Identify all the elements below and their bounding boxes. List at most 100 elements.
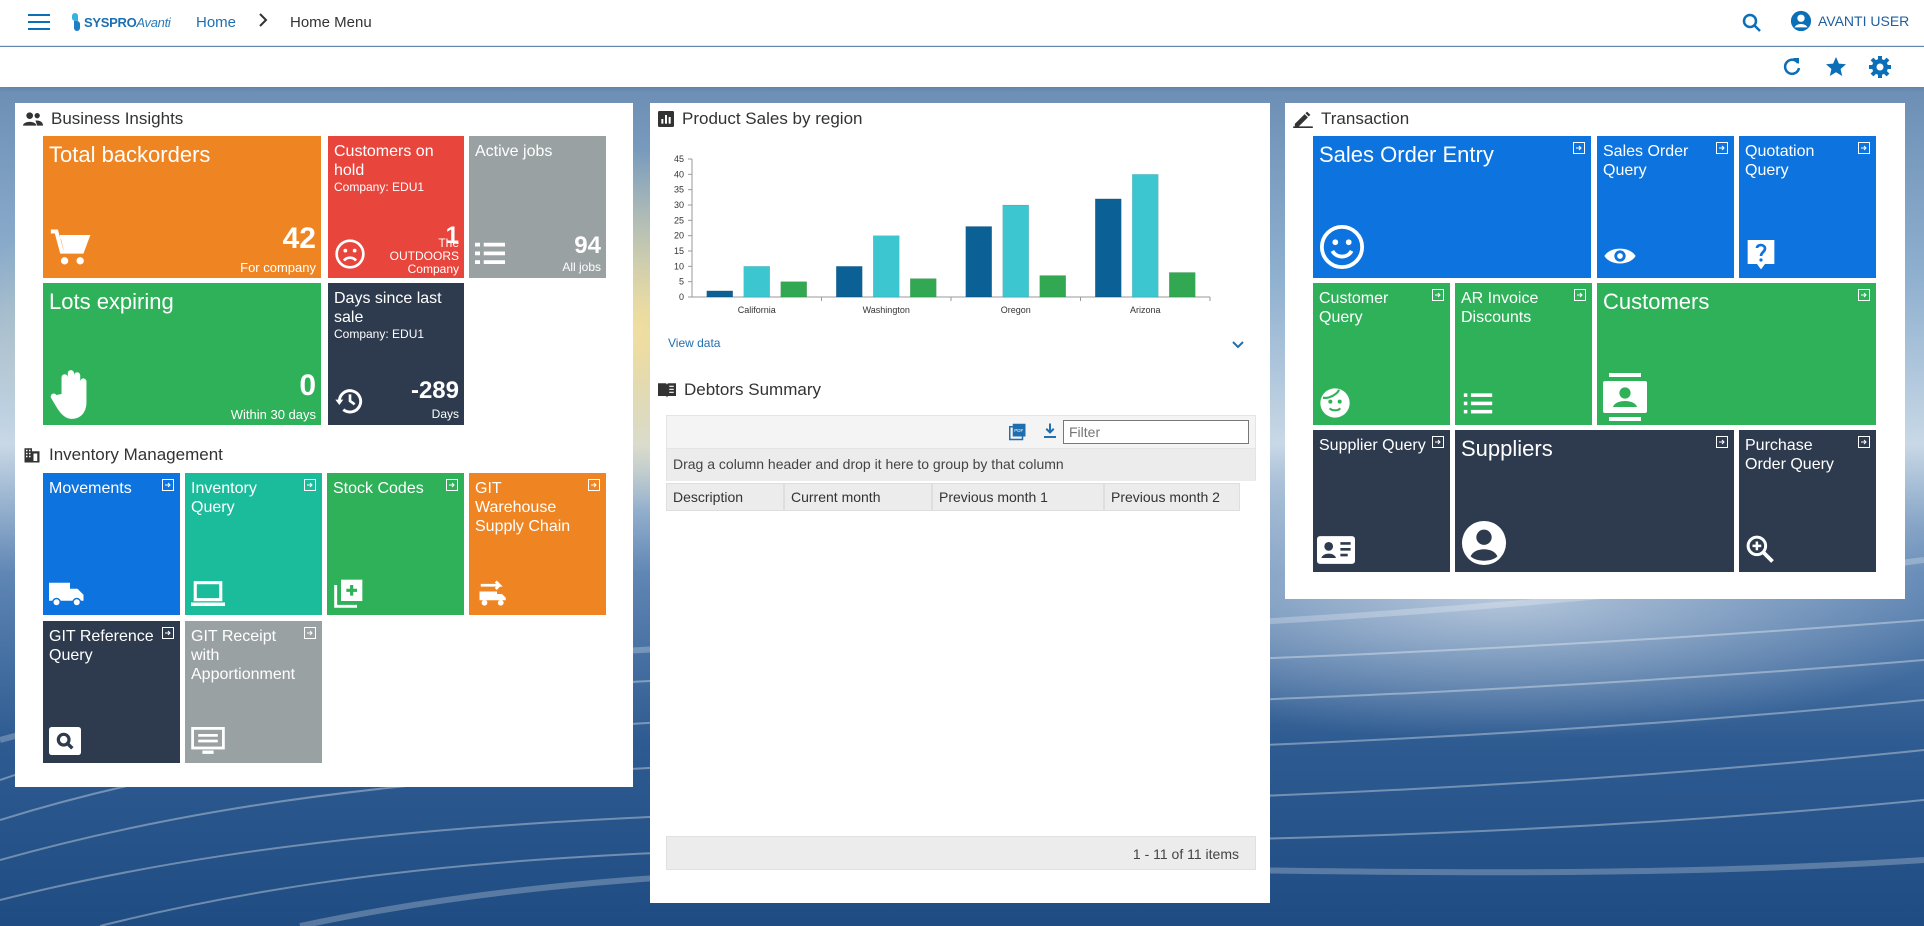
tile-title: Supplier Query xyxy=(1319,437,1426,454)
eye-icon xyxy=(1603,244,1637,273)
tile-sales-order-query[interactable]: Sales Order Query xyxy=(1597,136,1734,278)
people-icon xyxy=(23,112,43,126)
product-sales-chart: 0 5 10 15 20 25 30 35 40 45 California Washington Or… xyxy=(674,154,1211,315)
user-menu-button[interactable]: AVANTI USER xyxy=(1790,10,1909,32)
tile-customers-on-hold[interactable]: Customers on hold Company: EDU1 1 The OU… xyxy=(328,136,464,278)
tile-supplier-query[interactable]: Supplier Query xyxy=(1313,430,1450,572)
launch-icon[interactable] xyxy=(1432,288,1444,301)
syspro-logo[interactable]: SYSPROAvanti xyxy=(70,7,171,37)
transaction-header: Transaction xyxy=(1293,109,1409,129)
user-name: AVANTI USER xyxy=(1818,13,1910,29)
refresh-icon[interactable] xyxy=(1780,55,1804,79)
launch-icon[interactable] xyxy=(588,478,600,491)
tile-customers[interactable]: Customers xyxy=(1597,283,1876,425)
contact-mail-icon xyxy=(1317,536,1355,569)
group-by-bar[interactable]: Drag a column header and drop it here to… xyxy=(666,449,1256,481)
hamburger-menu-icon[interactable] xyxy=(28,14,50,32)
tile-total-backorders[interactable]: Total backorders 42 For company xyxy=(43,136,321,278)
pdf-export-icon[interactable]: PDF xyxy=(1009,423,1027,446)
launch-icon[interactable] xyxy=(1573,141,1585,154)
launch-icon[interactable] xyxy=(304,478,316,491)
tile-title: Purchase Order Query xyxy=(1745,437,1834,473)
launch-icon[interactable] xyxy=(304,626,316,639)
breadcrumb-current: Home Menu xyxy=(290,14,372,31)
y-tick-label: 0 xyxy=(679,292,684,302)
tile-title: Customer Query xyxy=(1319,290,1389,326)
tile-value: 42 xyxy=(282,222,316,255)
launch-icon[interactable] xyxy=(1432,435,1444,448)
inventory-management-header: Inventory Management xyxy=(23,445,223,465)
launch-icon[interactable] xyxy=(1716,141,1728,154)
debtors-summary-header: Debtors Summary xyxy=(658,380,821,400)
view-data-link[interactable]: View data xyxy=(668,336,720,350)
contact-card-icon xyxy=(1603,373,1647,425)
tile-customer-query[interactable]: Customer Query xyxy=(1313,283,1450,425)
tile-git-warehouse-supply-chain[interactable]: GIT Warehouse Supply Chain xyxy=(469,473,606,615)
tile-value: 0 xyxy=(299,369,316,402)
chevron-down-icon[interactable] xyxy=(1231,337,1245,355)
hand-icon xyxy=(49,367,99,425)
star-icon[interactable] xyxy=(1824,55,1848,79)
column-header-previous-month-2[interactable]: Previous month 2 xyxy=(1104,483,1240,511)
tile-purchase-order-query[interactable]: Purchase Order Query xyxy=(1739,430,1876,572)
tile-title: GIT Reference Query xyxy=(49,628,154,664)
launch-icon[interactable] xyxy=(1574,288,1586,301)
tile-suppliers[interactable]: Suppliers xyxy=(1455,430,1734,572)
smiley-icon xyxy=(1319,224,1365,275)
bar xyxy=(910,278,937,298)
tile-sales-order-entry[interactable]: Sales Order Entry xyxy=(1313,136,1591,278)
transfer-icon xyxy=(477,579,507,614)
tile-caption: Days xyxy=(431,407,459,421)
filter-input[interactable] xyxy=(1063,420,1249,444)
tile-value: -289 xyxy=(410,377,459,404)
y-tick-label: 45 xyxy=(674,154,684,164)
gear-icon[interactable] xyxy=(1868,55,1892,79)
product-sales-header: Product Sales by region xyxy=(658,109,863,129)
tile-subtitle: Company: EDU1 xyxy=(334,180,425,194)
tile-git-reference-query[interactable]: GIT Reference Query xyxy=(43,621,180,763)
launch-icon[interactable] xyxy=(1858,141,1870,154)
launch-icon[interactable] xyxy=(1716,435,1728,448)
tile-title: GIT Receipt with Apportionment xyxy=(191,628,296,683)
building-icon xyxy=(24,448,40,463)
bar xyxy=(873,235,900,298)
tile-movements[interactable]: Movements xyxy=(43,473,180,615)
tile-value: 94 xyxy=(574,232,601,259)
tile-quotation-query[interactable]: Quotation Query xyxy=(1739,136,1876,278)
column-header-description[interactable]: Description xyxy=(666,483,784,511)
launch-icon[interactable] xyxy=(162,626,174,639)
debtors-summary-title: Debtors Summary xyxy=(684,380,821,399)
launch-icon[interactable] xyxy=(162,478,174,491)
tile-git-receipt-with-apportionment[interactable]: GIT Receipt with Apportionment xyxy=(185,621,322,763)
y-tick-label: 5 xyxy=(679,277,684,287)
x-tick-label: Washington xyxy=(863,305,910,315)
breadcrumb-home[interactable]: Home xyxy=(196,14,236,31)
tile-title: Customers on hold xyxy=(334,143,434,179)
grid-pager: 1 - 11 of 11 items xyxy=(666,836,1256,870)
laptop-icon xyxy=(191,581,225,612)
launch-icon[interactable] xyxy=(1858,288,1870,301)
tile-ar-invoice-discounts[interactable]: AR Invoice Discounts xyxy=(1455,283,1592,425)
tile-days-since-last-sale[interactable]: Days since last sale Company: EDU1 -289 … xyxy=(328,283,464,425)
column-header-previous-month-1[interactable]: Previous month 1 xyxy=(932,483,1104,511)
tile-inventory-query[interactable]: Inventory Query xyxy=(185,473,322,615)
tile-lots-expiring[interactable]: Lots expiring 0 Within 30 days xyxy=(43,283,321,425)
list-icon xyxy=(1463,391,1493,422)
top-bar: SYSPROAvanti Home Home Menu AVANTI USER xyxy=(0,0,1924,46)
download-icon[interactable] xyxy=(1041,422,1059,445)
launch-icon[interactable] xyxy=(446,478,458,491)
tile-stock-codes[interactable]: Stock Codes xyxy=(327,473,464,615)
bar xyxy=(1132,174,1159,298)
launch-icon[interactable] xyxy=(1858,435,1870,448)
cart-icon xyxy=(49,226,93,275)
account-circle-icon xyxy=(1461,520,1507,571)
search-icon[interactable] xyxy=(1740,11,1764,35)
middle-panel: Product Sales by region 0 5 10 15 20 25 30 35 40… xyxy=(650,103,1270,903)
history-icon xyxy=(334,385,366,422)
column-header-current-month[interactable]: Current month xyxy=(784,483,932,511)
tile-caption: For company xyxy=(240,260,316,275)
bar xyxy=(836,266,863,298)
tile-active-jobs[interactable]: Active jobs 94 All jobs xyxy=(469,136,606,278)
tile-title: AR Invoice Discounts xyxy=(1461,290,1539,326)
pencil-icon xyxy=(1293,111,1313,128)
